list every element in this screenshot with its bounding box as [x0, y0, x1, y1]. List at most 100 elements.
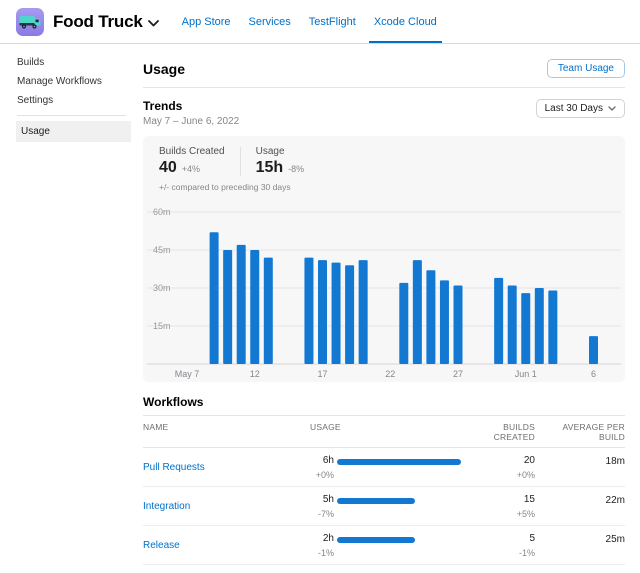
trends-footnote: +/- compared to preceding 30 days: [143, 182, 625, 192]
sidebar-item-builds[interactable]: Builds: [0, 53, 131, 72]
sidebar-item-settings[interactable]: Settings: [0, 91, 131, 110]
chevron-down-icon: [148, 20, 159, 27]
nav-item-xcode-cloud[interactable]: Xcode Cloud: [369, 0, 442, 43]
chart-bar[interactable]: [548, 291, 557, 364]
app-title: Food Truck: [53, 12, 143, 32]
chart-bar[interactable]: [494, 278, 503, 364]
builds-created-cell: 20+0%: [473, 455, 535, 480]
stat-value-line: 15h-8%: [256, 159, 305, 177]
builds-created-value: 5: [473, 533, 535, 544]
period-selector-value: Last 30 Days: [545, 103, 603, 114]
chart-bar[interactable]: [237, 245, 246, 364]
column-header-average-per-build: AVERAGE PER BUILD: [535, 422, 625, 442]
chart-bar[interactable]: [304, 258, 313, 364]
usage-chart: 15m30m45m60mMay 712172227Jun 16: [143, 192, 625, 382]
stat-delta: -8%: [288, 164, 304, 174]
average-per-build-value: 25m: [535, 533, 625, 558]
usage-value: 5h: [310, 494, 334, 505]
workflow-row-documentation: Documentation0+0%0+0%0: [143, 565, 625, 573]
workflows-title: Workflows: [143, 395, 625, 409]
workflow-link-integration[interactable]: Integration: [143, 501, 310, 512]
chart-bar[interactable]: [332, 263, 341, 364]
builds-created-value: 15: [473, 494, 535, 505]
period-selector[interactable]: Last 30 Days: [536, 99, 625, 118]
food-truck-app-icon: [16, 8, 44, 36]
x-axis-label: 27: [453, 369, 463, 379]
chart-bar[interactable]: [440, 280, 449, 364]
chart-bar[interactable]: [426, 270, 435, 364]
workflow-link-pull-requests[interactable]: Pull Requests: [143, 462, 310, 473]
workflows-table: NAMEUSAGEBUILDS CREATEDAVERAGE PER BUILD…: [143, 416, 625, 573]
usage-bar: [337, 459, 461, 465]
usage-cell: 2h-1%: [310, 533, 334, 558]
chart-bar[interactable]: [399, 283, 408, 364]
workflows-table-header: NAMEUSAGEBUILDS CREATEDAVERAGE PER BUILD: [143, 416, 625, 448]
trends-stats: Builds Created 40+4% Usage15h-8%: [143, 146, 625, 177]
x-axis-label: 6: [591, 369, 596, 379]
stat-delta: +4%: [182, 164, 200, 174]
usage-delta: +0%: [310, 470, 334, 480]
usage-bar: [337, 537, 415, 543]
chart-bar[interactable]: [454, 285, 463, 364]
nav-item-services[interactable]: Services: [244, 0, 296, 43]
page-header: Usage Team Usage: [143, 59, 625, 78]
chart-bar[interactable]: [318, 260, 327, 364]
workflow-row-release: Release2h-1%5-1%25m: [143, 526, 625, 565]
usage-value: 2h: [310, 533, 334, 544]
usage-bar-cell: [334, 494, 473, 519]
stat-value-line: 40+4%: [159, 159, 225, 177]
workflows-section: Workflows NAMEUSAGEBUILDS CREATEDAVERAGE…: [143, 395, 625, 573]
chart-bar[interactable]: [521, 293, 530, 364]
x-axis-label: 12: [250, 369, 260, 379]
app-identity: Food Truck: [16, 0, 159, 43]
top-nav: App StoreServicesTestFlightXcode Cloud: [173, 0, 446, 43]
x-axis-label: May 7: [175, 369, 200, 379]
team-usage-button[interactable]: Team Usage: [547, 59, 625, 78]
app-switcher-button[interactable]: Food Truck: [44, 12, 159, 32]
usage-value: 6h: [310, 455, 334, 466]
main-content: Usage Team Usage Trends May 7 – June 6, …: [131, 44, 640, 573]
divider: [17, 115, 126, 116]
nav-item-testflight[interactable]: TestFlight: [304, 0, 361, 43]
chevron-down-icon: [608, 106, 616, 111]
page-title: Usage: [143, 61, 185, 77]
y-axis-label: 30m: [153, 283, 171, 293]
chart-bar[interactable]: [359, 260, 368, 364]
chart-bar[interactable]: [535, 288, 544, 364]
usage-bar: [337, 498, 415, 504]
trends-title: Trends: [143, 99, 239, 113]
chart-bar[interactable]: [264, 258, 273, 364]
nav-item-app-store[interactable]: App Store: [177, 0, 236, 43]
column-header-builds-created: BUILDS CREATED: [473, 422, 535, 442]
usage-cell: 6h+0%: [310, 455, 334, 480]
y-axis-label: 60m: [153, 207, 171, 217]
chart-bar[interactable]: [413, 260, 422, 364]
y-axis-label: 15m: [153, 321, 171, 331]
builds-created-value: 20: [473, 455, 535, 466]
usage-delta: -1%: [310, 548, 334, 558]
workflow-row-integration: Integration5h-7%15+5%22m: [143, 487, 625, 526]
x-axis-label: 22: [385, 369, 395, 379]
sidebar: BuildsManage WorkflowsSettings Usage: [0, 44, 131, 573]
average-per-build-value: 22m: [535, 494, 625, 519]
sidebar-item-manage-workflows[interactable]: Manage Workflows: [0, 72, 131, 91]
average-per-build-value: 18m: [535, 455, 625, 480]
builds-created-delta: +0%: [473, 470, 535, 480]
x-axis-label: Jun 1: [515, 369, 537, 379]
chart-bar[interactable]: [223, 250, 232, 364]
x-axis-label: 17: [317, 369, 327, 379]
workflow-link-release[interactable]: Release: [143, 540, 310, 551]
chart-bar[interactable]: [508, 285, 517, 364]
stat-label: Builds Created: [159, 146, 225, 157]
workflow-row-pull-requests: Pull Requests6h+0%20+0%18m: [143, 448, 625, 487]
chart-bar[interactable]: [250, 250, 259, 364]
chart-bar[interactable]: [210, 232, 219, 364]
builds-created-delta: -1%: [473, 548, 535, 558]
stat-usage: Usage15h-8%: [256, 146, 305, 177]
builds-created-cell: 15+5%: [473, 494, 535, 519]
app-body: BuildsManage WorkflowsSettings Usage Usag…: [0, 44, 640, 573]
chart-bar[interactable]: [589, 336, 598, 364]
chart-bar[interactable]: [345, 265, 354, 364]
sidebar-item-usage[interactable]: Usage: [16, 121, 131, 142]
column-header-usage: USAGE: [310, 422, 473, 442]
